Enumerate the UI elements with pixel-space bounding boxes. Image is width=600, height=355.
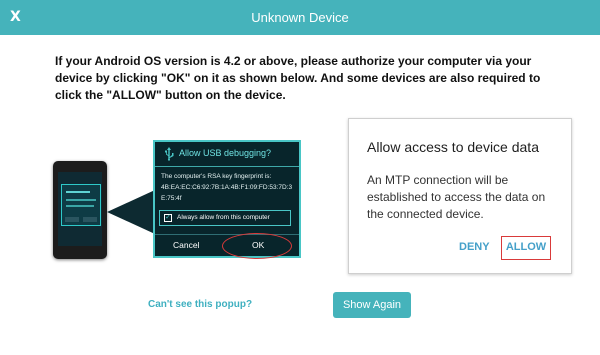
allow-button[interactable]: ALLOW — [501, 236, 551, 260]
unknown-device-window: X Unknown Device If your Android OS vers… — [0, 0, 600, 355]
instructions-text: If your Android OS version is 4.2 or abo… — [55, 54, 541, 102]
show-again-button[interactable]: Show Again — [333, 292, 411, 318]
always-allow-row[interactable]: ✓ Always allow from this computer — [159, 210, 291, 226]
permission-dialog-title: Allow access to device data — [367, 139, 539, 155]
phone-screen-line — [66, 205, 94, 207]
window-title: Unknown Device — [251, 10, 349, 25]
callout-pointer — [107, 190, 155, 234]
usb-cancel-button[interactable]: Cancel — [173, 240, 199, 250]
fingerprint-value: 4B:EA:EC:C6:92:7B:1A:4B:F1:09:FD:53:7D:3… — [161, 184, 293, 202]
usb-icon-graphic — [165, 147, 174, 161]
usb-dialog-title: Allow USB debugging? — [179, 148, 272, 158]
always-allow-label: Always allow from this computer — [177, 214, 270, 221]
fingerprint-label: The computer's RSA key fingerprint is: — [161, 173, 272, 180]
title-bar: X Unknown Device — [0, 0, 600, 35]
phone-screen-button — [83, 217, 97, 222]
usb-dialog-header: Allow USB debugging? — [155, 142, 299, 167]
deny-button[interactable]: DENY — [459, 241, 490, 253]
permission-dialog-body: An MTP connection will be established to… — [367, 173, 546, 221]
checkbox-checked-icon[interactable]: ✓ — [164, 214, 172, 222]
phone-illustration — [53, 161, 107, 259]
phone-screen-line — [66, 191, 90, 193]
usb-icon — [163, 147, 175, 161]
usb-dialog-body: The computer's RSA key fingerprint is: 4… — [161, 171, 295, 204]
phone-screen — [58, 172, 102, 246]
phone-screen-line — [66, 199, 96, 201]
cant-see-popup-link[interactable]: Can't see this popup? — [148, 299, 252, 310]
phone-screen-dialog — [61, 184, 101, 226]
phone-screen-button — [65, 217, 79, 222]
device-data-access-dialog: Allow access to device data An MTP conne… — [348, 118, 572, 274]
ok-highlight-circle — [222, 233, 292, 259]
